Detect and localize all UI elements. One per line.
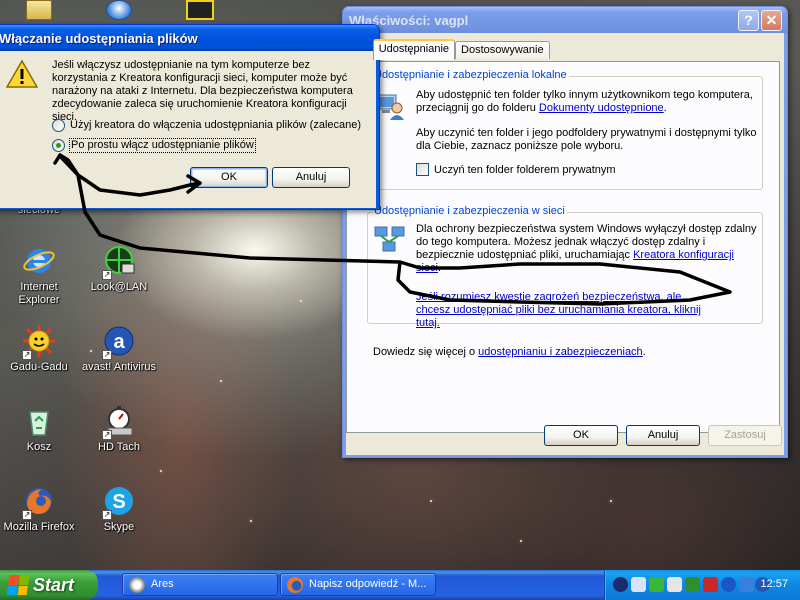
network-computers-icon [374, 225, 406, 255]
desktop-icon-avast[interactable]: a ↗ avast! Antivirus [80, 324, 158, 374]
enable-sharing-title: Włączanie udostępniania plików [0, 30, 198, 46]
desktop-icon-label: Look@LAN [90, 281, 148, 293]
warning-icon [5, 59, 39, 89]
tray-green-icon[interactable] [649, 577, 664, 592]
desktop-icon-lookatlan[interactable]: ↗ Look@LAN [80, 244, 158, 294]
tray-c-icon[interactable] [613, 577, 628, 592]
properties-body: lne Udostępnianie Dostosowywanie Udostęp… [346, 33, 784, 455]
use-wizard-radio[interactable] [52, 119, 65, 132]
shortcut-arrow-icon: ↗ [102, 430, 112, 440]
desktop-icon-firefox[interactable]: ↗ Mozilla Firefox [0, 484, 78, 534]
tab-sharing[interactable]: Udostępnianie [372, 39, 456, 60]
desktop-icon-recycle-bin[interactable]: Kosz [0, 404, 78, 454]
tray-r-icon[interactable] [685, 577, 700, 592]
help-button[interactable]: ? [738, 9, 759, 31]
shortcut-arrow-icon: ↗ [102, 510, 112, 520]
desktop-icon-label: Skype [103, 521, 135, 533]
gadu-gadu-sun-icon: ↗ [22, 324, 56, 360]
close-button[interactable]: ✕ [761, 9, 782, 31]
network-sharing-text: Dla ochrony bezpieczeństwa system Window… [416, 223, 757, 274]
taskbar-button-firefox[interactable]: Napisz odpowiedź - M... [280, 573, 436, 596]
desktop-icon-skype[interactable]: S ↗ Skype [80, 484, 158, 534]
internet-explorer-icon [22, 244, 56, 278]
private-folder-text: Aby uczynić ten folder i jego podfoldery… [416, 127, 757, 152]
warning-ok-button[interactable]: OK [190, 167, 268, 188]
recycle-bin-icon [22, 404, 56, 438]
look-at-lan-icon: ↗ [102, 244, 136, 280]
shortcut-arrow-icon: ↗ [22, 510, 32, 520]
desktop-icon-hd-tach[interactable]: ↗ HD Tach [80, 404, 158, 454]
tray-network-icon[interactable] [631, 577, 646, 592]
desktop-icon-internet-explorer[interactable]: Internet Explorer [0, 244, 78, 307]
start-label: Start [33, 574, 75, 595]
tray-info-icon[interactable] [721, 577, 736, 592]
tab-customize[interactable]: Dostosowywanie [455, 41, 550, 59]
warning-cancel-button[interactable]: Anuluj [272, 167, 350, 188]
local-sharing-text: Aby udostępnić ten folder tylko innym uż… [416, 89, 753, 114]
svg-text:S: S [112, 491, 125, 513]
sharing-tab-panel: Udostępnianie i zabezpieczenia lokalne A… [346, 61, 780, 433]
properties-dialog: Właściwości: vagpl ? ✕ lne Udostępnianie… [342, 6, 788, 458]
more-info-prefix: Dowiedz się więcej o [373, 346, 476, 358]
firefox-icon [287, 577, 303, 593]
desktop-icon-gadu-gadu[interactable]: ↗ Gadu-Gadu [0, 324, 78, 374]
windows-logo-icon [6, 575, 30, 595]
stopwatch-icon: ↗ [102, 404, 136, 440]
svg-text:a: a [113, 331, 125, 353]
tray-shield-icon[interactable] [703, 577, 718, 592]
desktop-icon-label: Internet Explorer [18, 281, 60, 306]
properties-apply-button[interactable]: Zastosuj [708, 425, 782, 446]
system-tray: 12:57 [604, 570, 800, 600]
desktop-icon-label: HD Tach [98, 441, 140, 453]
shortcut-arrow-icon: ↗ [102, 350, 112, 360]
desktop-icon-label: Mozilla Firefox [3, 521, 75, 533]
share-without-wizard-link[interactable]: Jeśli rozumiesz kwestie zagrożeń bezpiec… [416, 291, 716, 330]
skype-icon: S ↗ [102, 484, 136, 520]
shortcut-arrow-icon: ↗ [22, 350, 32, 360]
more-info-text: Dowiedz się więcej o udostępnianiu i zab… [373, 346, 646, 358]
shortcut-arrow-icon: ↗ [102, 270, 112, 280]
my-documents-icon[interactable] [26, 0, 52, 20]
sharing-security-help-link[interactable]: udostępnianiu i zabezpieczeniach [478, 346, 643, 358]
properties-ok-button[interactable]: OK [544, 425, 618, 446]
local-sharing-group: Udostępnianie i zabezpieczenia lokalne A… [367, 69, 763, 190]
ares-icon [129, 577, 145, 593]
enable-sharing-dialog: Włączanie udostępniania plików Jeśli włą… [0, 24, 380, 210]
properties-titlebar[interactable]: Właściwości: vagpl ? ✕ [343, 7, 787, 33]
desktop-icon-label: Gadu-Gadu [10, 361, 68, 373]
warning-message: Jeśli włączysz udostępnianie na tym komp… [52, 59, 353, 123]
desktop-icon-label: Kosz [26, 441, 52, 453]
taskbar-button-label: Ares [151, 578, 174, 590]
enable-sharing-body: Jeśli włączysz udostępnianie na tym komp… [0, 51, 376, 208]
private-folder-checkbox-label[interactable]: Uczyń ten folder folderem prywatnym [434, 164, 616, 177]
start-button[interactable]: Start [0, 570, 98, 600]
taskbar-button-ares[interactable]: Ares [122, 573, 278, 596]
network-sharing-title: Udostępnianie i zabezpieczenia w sieci [372, 205, 567, 217]
just-enable-label[interactable]: Po prostu włącz udostępnianie plików [69, 138, 256, 153]
desktop-icon-label: avast! Antivirus [82, 361, 156, 373]
properties-cancel-button[interactable]: Anuluj [626, 425, 700, 446]
firefox-icon: ↗ [22, 484, 56, 520]
shared-documents-link[interactable]: Dokumenty udostępnione [539, 102, 664, 114]
taskbar: Start Ares Napisz odpowiedź - M... 12:57 [0, 570, 800, 600]
use-wizard-label[interactable]: Użyj kreatora do włączenia udostępniania… [70, 119, 361, 132]
enable-sharing-titlebar[interactable]: Włączanie udostępniania plików [0, 25, 379, 51]
avast-icon: a ↗ [102, 324, 136, 360]
app-shortcut-icon[interactable] [186, 0, 214, 20]
local-sharing-title: Udostępnianie i zabezpieczenia lokalne [372, 69, 569, 81]
tray-bluetooth-icon[interactable] [739, 577, 754, 592]
network-places-icon[interactable] [106, 0, 132, 20]
just-enable-radio[interactable] [52, 139, 65, 152]
clock[interactable]: 12:57 [760, 578, 788, 590]
tab-strip: lne Udostępnianie Dostosowywanie [346, 39, 550, 60]
taskbar-button-label: Napisz odpowiedź - M... [309, 578, 427, 590]
network-sharing-group: Udostępnianie i zabezpieczenia w sieci D… [367, 205, 763, 329]
private-folder-checkbox[interactable] [416, 163, 429, 176]
tray-volume-icon[interactable] [667, 577, 682, 592]
